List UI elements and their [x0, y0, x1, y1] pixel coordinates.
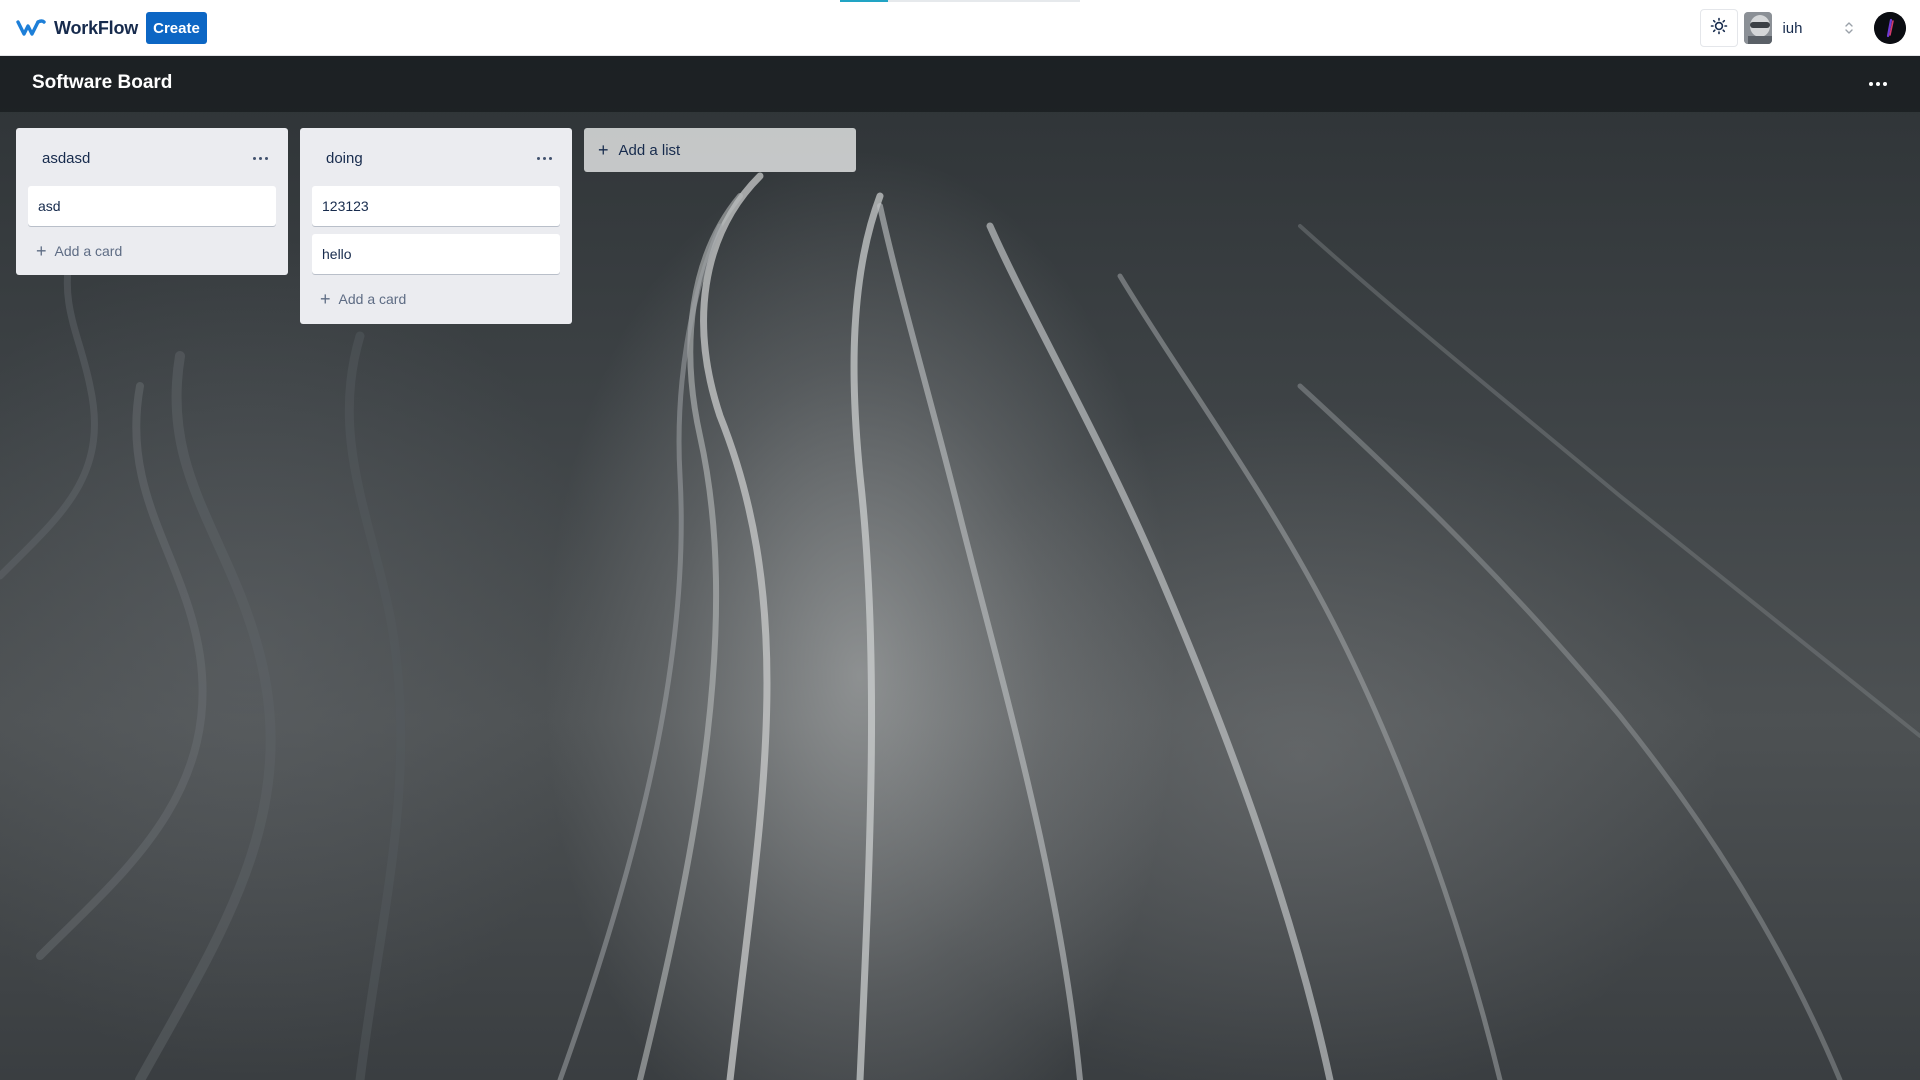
- workspace-avatar: [1744, 12, 1773, 44]
- plus-icon: +: [36, 241, 47, 261]
- add-card-button[interactable]: + Add a card: [36, 237, 268, 265]
- sun-icon: [1710, 17, 1728, 40]
- more-horizontal-icon: [536, 156, 552, 160]
- loading-progress-fill: [840, 0, 888, 2]
- add-card-button[interactable]: + Add a card: [320, 285, 552, 313]
- plus-icon: +: [598, 140, 609, 160]
- brand[interactable]: WorkFlow: [16, 14, 138, 42]
- card[interactable]: 123123: [312, 186, 560, 226]
- list-column: asdasd asd + Add a card: [16, 128, 288, 275]
- board-menu-button[interactable]: [1862, 70, 1894, 98]
- add-list-button[interactable]: + Add a list: [584, 128, 856, 172]
- top-navbar: WorkFlow Create iuh: [0, 0, 1920, 56]
- board-title[interactable]: Software Board: [32, 72, 172, 94]
- board-background-image: [0, 56, 1920, 1080]
- create-button[interactable]: Create: [146, 12, 207, 44]
- list-header[interactable]: doing: [300, 128, 572, 188]
- workspace-switcher[interactable]: iuh: [1744, 9, 1854, 47]
- user-avatar[interactable]: [1874, 12, 1906, 44]
- workflow-logo-icon: [16, 19, 46, 37]
- loading-progress-bar: [840, 0, 1080, 2]
- list-menu-button[interactable]: [530, 146, 558, 170]
- theme-toggle-button[interactable]: [1700, 9, 1738, 47]
- more-horizontal-icon: [1869, 82, 1887, 86]
- card[interactable]: asd: [28, 186, 276, 226]
- workspace-name: iuh: [1782, 19, 1803, 37]
- more-horizontal-icon: [252, 156, 268, 160]
- add-card-label: Add a card: [54, 243, 123, 259]
- add-card-label: Add a card: [338, 291, 407, 307]
- list-menu-button[interactable]: [246, 146, 274, 170]
- board-header: Software Board: [0, 56, 1920, 112]
- plus-icon: +: [320, 289, 331, 309]
- card[interactable]: hello: [312, 234, 560, 274]
- chevron-up-down-icon: [1844, 19, 1854, 37]
- list-header[interactable]: asdasd: [16, 128, 288, 188]
- list-title[interactable]: doing: [326, 150, 363, 167]
- list-column: doing 123123 hello + Add a card: [300, 128, 572, 324]
- brand-name: WorkFlow: [54, 17, 139, 38]
- add-list-label: Add a list: [618, 141, 681, 159]
- list-title[interactable]: asdasd: [42, 150, 90, 167]
